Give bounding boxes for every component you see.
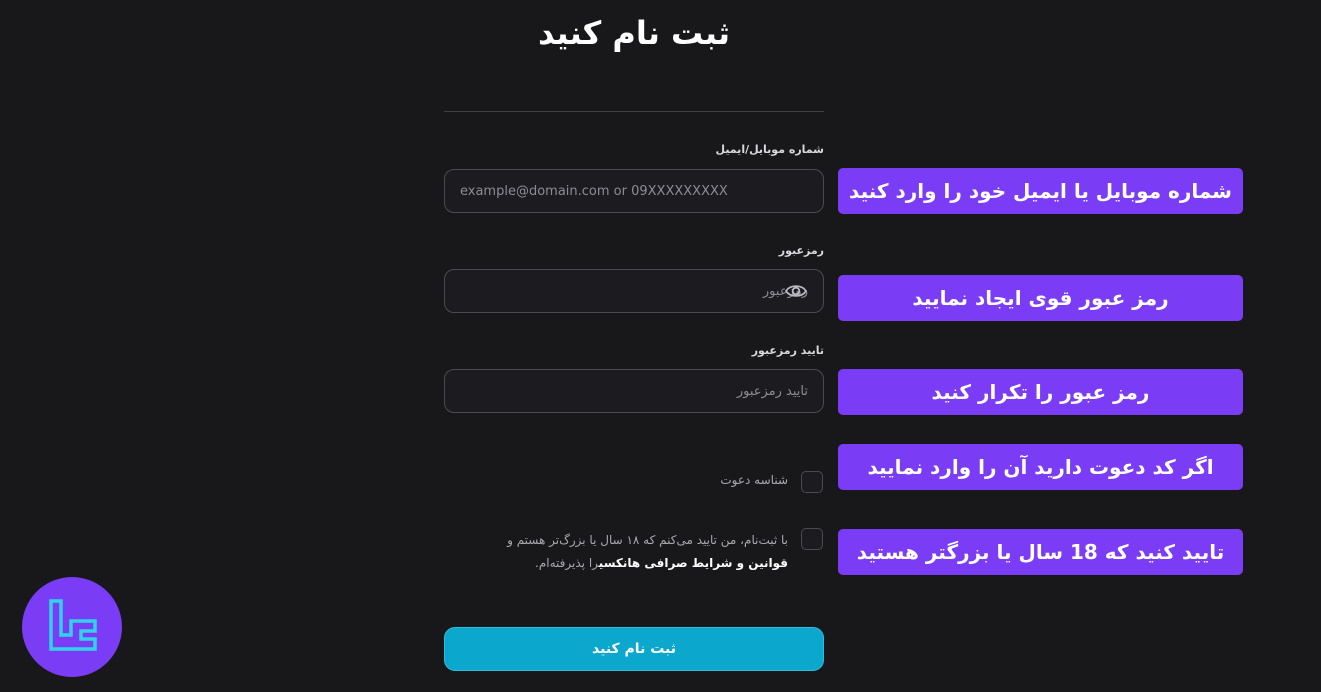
- confirm-password-field-container: [444, 369, 824, 413]
- identifier-field-container: [444, 169, 824, 213]
- header-divider: [444, 111, 824, 112]
- referral-label: شناسه دعوت: [720, 473, 788, 487]
- confirm-password-label: تایید رمزعبور: [751, 344, 824, 357]
- terms-checkbox[interactable]: [801, 528, 823, 550]
- eye-icon[interactable]: [785, 281, 807, 301]
- password-input[interactable]: [445, 270, 823, 312]
- confirm-password-input[interactable]: [445, 370, 823, 412]
- terms-text-after: را پذیرفته‌ام.: [535, 556, 599, 570]
- submit-button[interactable]: ثبت نام کنید: [444, 627, 824, 671]
- callout-identifier: شماره موبایل یا ایمیل خود را وارد کنید: [838, 168, 1243, 214]
- callout-confirm-password: رمز عبور را تکرار کنید: [838, 369, 1243, 415]
- terms-text-before: با ثبت‌نام، من تایید می‌کنم که ۱۸ سال یا…: [507, 533, 788, 547]
- terms-text: با ثبت‌نام، من تایید می‌کنم که ۱۸ سال یا…: [458, 529, 788, 575]
- page-title: ثبت نام کنید: [538, 14, 730, 52]
- password-label: رمزعبور: [778, 244, 824, 257]
- terms-link[interactable]: قوانین و شرایط صرافی هانکسی: [599, 556, 788, 570]
- identifier-input[interactable]: [445, 170, 823, 212]
- callout-referral: اگر کد دعوت دارید آن را وارد نمایید: [838, 444, 1243, 490]
- identifier-label: شماره موبایل/ایمیل: [715, 143, 825, 156]
- brand-logo-icon: [22, 577, 122, 677]
- callout-password: رمز عبور قوی ایجاد نمایید: [838, 275, 1243, 321]
- callout-age-confirm: تایید کنید که 18 سال یا بزرگتر هستید: [838, 529, 1243, 575]
- referral-checkbox[interactable]: [801, 471, 823, 493]
- password-field-container: [444, 269, 824, 313]
